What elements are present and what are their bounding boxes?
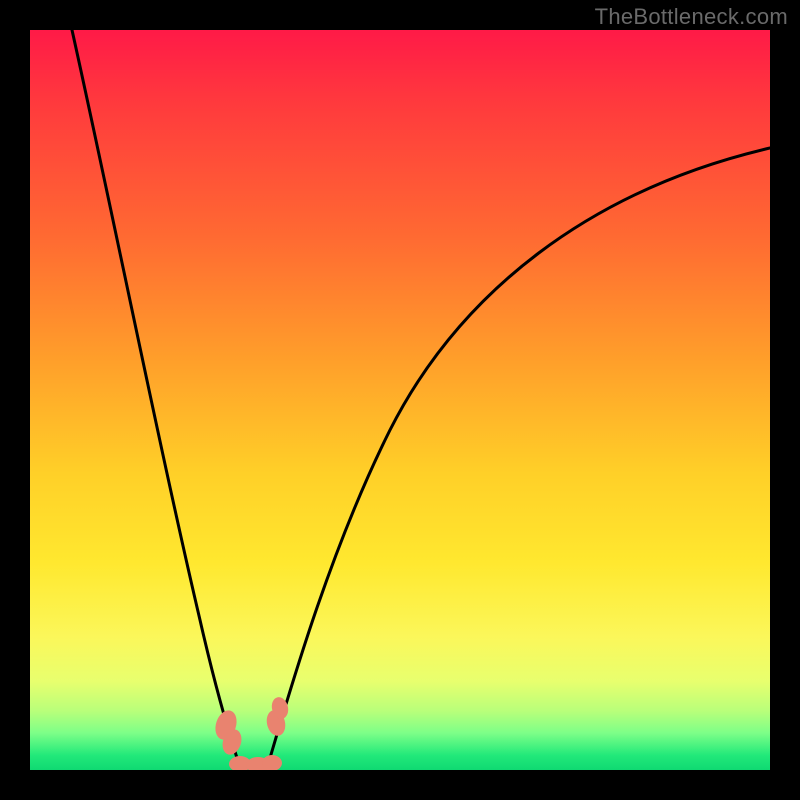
curve-left-branch <box>72 30 237 758</box>
watermark-text: TheBottleneck.com <box>595 4 788 30</box>
marker-left-foot <box>212 708 245 758</box>
curve-right-branch <box>270 148 770 758</box>
curves-svg <box>30 30 770 770</box>
chart-frame: TheBottleneck.com <box>0 0 800 800</box>
marker-min <box>229 755 282 770</box>
plot-area <box>30 30 770 770</box>
